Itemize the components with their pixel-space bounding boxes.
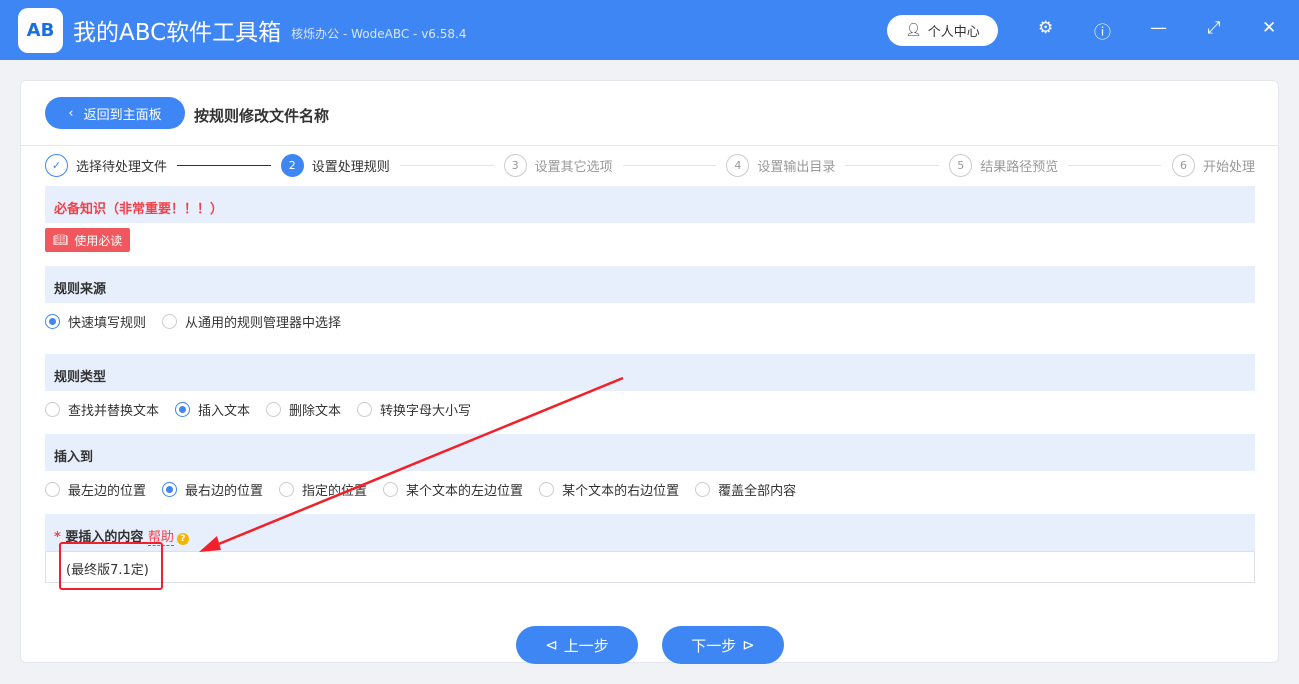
step-label: 设置其它选项 [534,160,613,175]
rule-source-header: 规则来源 [45,266,1255,303]
notice-header: 必备知识（非常重要！！！） [45,186,1255,223]
step-1: ✓ 选择待处理文件 [45,154,167,177]
step-connector [622,165,717,166]
radio-rule-manager[interactable]: 从通用的规则管理器中选择 [162,312,341,331]
step-3: 3 设置其它选项 [503,154,613,177]
step-connector [845,165,940,166]
annotation-arrow [199,376,624,552]
next-label: 下一步 [691,636,737,655]
next-step-button[interactable]: 下一步 ⊳ [662,626,784,664]
minimize-icon[interactable]: — [1150,18,1167,38]
book-icon: 📖︎ [53,233,69,247]
chevron-left-circle-icon: ⊲ [545,636,558,654]
step-number: 6 [1171,154,1195,177]
app-subtitle: 核烁办公 - WodeABC - v6.58.4 [291,26,467,41]
read-first-button[interactable]: 📖︎ 使用必读 [45,228,131,252]
radio-label: 从通用的规则管理器中选择 [185,316,342,331]
step-label: 设置处理规则 [311,160,390,175]
read-first-label: 使用必读 [74,233,123,248]
highlight-box [59,542,163,590]
step-number: 5 [949,154,973,177]
step-label: 开始处理 [1202,160,1255,175]
step-4: 4 设置输出目录 [726,154,835,177]
gear-icon[interactable]: ⚙ [1038,18,1053,38]
radio-indicator [162,482,178,497]
chevron-left-icon: ‹ [68,105,74,121]
back-label: 返回到主面板 [83,107,162,123]
question-icon[interactable]: ? [176,533,189,545]
radio-overwrite-all[interactable]: 覆盖全部内容 [695,480,796,499]
app-logo: AB [18,7,63,53]
radio-indicator [175,402,191,417]
radio-indicator [162,314,178,329]
step-number: 3 [503,154,527,177]
step-number: 2 [280,154,304,177]
user-center-button[interactable]: 👤︎ 个人中心 [887,15,998,46]
radio-indicator [695,482,711,497]
prev-step-button[interactable]: ⊲ 上一步 [516,626,638,664]
step-5: 5 结果路径预览 [949,154,1058,177]
radio-leftmost[interactable]: 最左边的位置 [45,480,146,499]
radio-indicator [45,314,60,329]
divider [21,145,1278,146]
step-connector [399,165,494,166]
radio-find-replace[interactable]: 查找并替换文本 [45,400,159,419]
close-icon[interactable]: ✕ [1262,18,1276,38]
step-2: 2 设置处理规则 [280,154,390,177]
user-icon: 👤︎ [905,23,922,38]
user-center-label: 个人中心 [927,25,980,40]
step-connector [177,165,271,166]
radio-label: 最左边的位置 [68,484,147,499]
main-card: ‹ 返回到主面板 按规则修改文件名称 ✓ 选择待处理文件 2 设置处理规则 3 设置其它… [20,80,1279,664]
help-icon[interactable]: ⓘ [1094,18,1111,43]
step-label: 选择待处理文件 [76,160,168,175]
radio-label: 查找并替换文本 [68,404,160,419]
step-number: 4 [726,154,750,177]
step-connector [1068,165,1162,166]
radio-quick-fill[interactable]: 快速填写规则 [45,312,146,331]
radio-indicator [45,482,60,497]
radio-label: 覆盖全部内容 [718,484,797,499]
radio-label: 快速填写规则 [68,316,147,331]
step-label: 设置输出目录 [757,160,836,175]
app-title: 我的ABC软件工具箱 [73,20,282,46]
prev-label: 上一步 [563,636,609,655]
back-button[interactable]: ‹ 返回到主面板 [45,97,185,129]
page-title: 按规则修改文件名称 [194,107,330,125]
check-icon: ✓ [45,154,68,177]
stepper: ✓ 选择待处理文件 2 设置处理规则 3 设置其它选项 4 设置输出目录 5 结果路径预览… [45,154,1255,177]
maximize-icon[interactable]: ⤢ [1207,18,1221,38]
chevron-right-circle-icon: ⊳ [742,636,755,654]
step-6: 6 开始处理 [1171,154,1255,177]
rule-source-group: 快速填写规则 从通用的规则管理器中选择 [45,312,341,331]
step-label: 结果路径预览 [980,160,1059,175]
radio-indicator [45,402,60,417]
